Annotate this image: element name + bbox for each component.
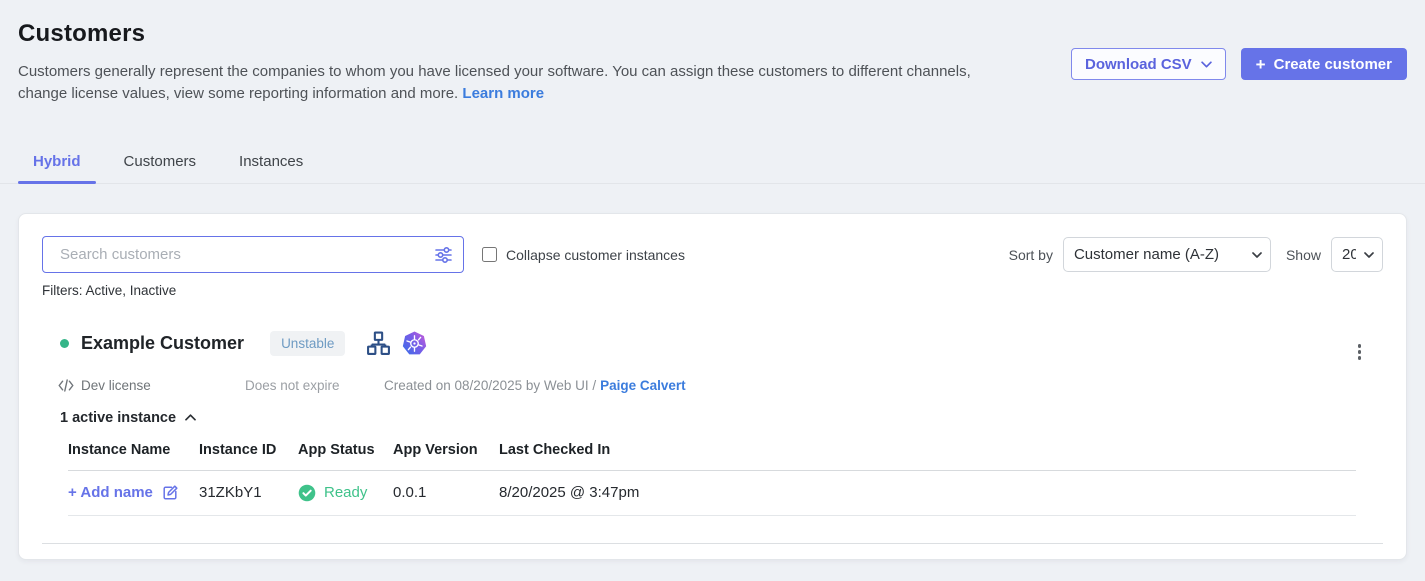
- create-customer-label: Create customer: [1274, 56, 1392, 73]
- instances-summary-toggle[interactable]: 1 active instance: [42, 410, 196, 426]
- code-icon: [58, 379, 74, 392]
- edit-icon: [162, 484, 179, 501]
- plus-icon: +: [1256, 56, 1266, 73]
- customer-kebab-menu-icon[interactable]: [1354, 340, 1366, 364]
- show-count-select[interactable]: 20: [1331, 237, 1383, 272]
- page-description: Customers generally represent the compan…: [18, 61, 980, 105]
- instance-id-cell: 31ZKbY1: [199, 470, 298, 515]
- active-status-dot: [60, 339, 69, 348]
- customers-card: Collapse customer instances Sort by Cust…: [18, 213, 1407, 560]
- created-text: Created on 08/20/2025 by Web UI /: [384, 378, 596, 393]
- download-csv-label: Download CSV: [1085, 56, 1192, 73]
- last-checked-in-cell: 8/20/2025 @ 3:47pm: [499, 470, 1356, 515]
- chevron-down-icon: [1201, 61, 1212, 68]
- create-customer-button[interactable]: + Create customer: [1241, 48, 1407, 80]
- show-label: Show: [1286, 247, 1321, 263]
- license-expiry: Does not expire: [245, 378, 384, 393]
- sitemap-icon[interactable]: [366, 331, 391, 356]
- license-meta-row: Dev license Does not expire Created on 0…: [42, 378, 1383, 393]
- add-instance-name-button[interactable]: + Add name: [68, 484, 193, 501]
- sort-select-wrapper: Customer name (A-Z): [1063, 237, 1271, 272]
- app-status-cell: Ready: [298, 484, 387, 502]
- sort-controls: Sort by Customer name (A-Z) Show 20: [1009, 237, 1383, 272]
- card-toolbar: Collapse customer instances Sort by Cust…: [42, 236, 1383, 273]
- license-created: Created on 08/20/2025 by Web UI / Paige C…: [384, 378, 686, 393]
- column-header-app-status: App Status: [298, 442, 393, 471]
- instance-table: Instance Name Instance ID App Status App…: [68, 442, 1356, 516]
- instance-table-header-row: Instance Name Instance ID App Status App…: [68, 442, 1356, 471]
- created-by-link[interactable]: Paige Calvert: [600, 378, 686, 393]
- kubernetes-icon[interactable]: [402, 331, 427, 356]
- add-name-label: + Add name: [68, 484, 153, 501]
- collapse-instances-checkbox[interactable]: [482, 247, 497, 262]
- active-filters-text: Filters: Active, Inactive: [42, 283, 1383, 298]
- search-input[interactable]: [42, 236, 464, 273]
- tab-instances[interactable]: Instances: [224, 153, 318, 183]
- tab-bar: Hybrid Customers Instances: [0, 153, 1425, 184]
- column-header-app-version: App Version: [393, 442, 499, 471]
- tab-customers[interactable]: Customers: [109, 153, 212, 183]
- tab-hybrid[interactable]: Hybrid: [18, 153, 96, 183]
- instance-table-row: + Add name 31ZKbY1: [68, 470, 1356, 515]
- learn-more-link[interactable]: Learn more: [462, 85, 544, 102]
- page-header: Customers Customers generally represent …: [0, 0, 1425, 105]
- column-header-last-checked-in: Last Checked In: [499, 442, 1356, 471]
- page-title: Customers: [18, 20, 1407, 48]
- column-header-instance-id: Instance ID: [199, 442, 298, 471]
- collapse-instances-toggle[interactable]: Collapse customer instances: [482, 247, 685, 263]
- check-circle-icon: [298, 484, 316, 502]
- search-wrapper: [42, 236, 464, 273]
- download-csv-button[interactable]: Download CSV: [1071, 48, 1226, 80]
- sort-by-label: Sort by: [1009, 247, 1053, 263]
- customer-row-header: Example Customer Unstable: [42, 324, 1383, 364]
- show-select-wrapper: 20: [1331, 237, 1383, 272]
- app-status-label: Ready: [324, 484, 367, 501]
- instances-summary-label: 1 active instance: [60, 410, 176, 426]
- collapse-instances-label: Collapse customer instances: [506, 247, 685, 263]
- license-type: Dev license: [58, 378, 245, 393]
- header-actions: Download CSV + Create customer: [1071, 48, 1407, 80]
- filter-sliders-icon[interactable]: [434, 246, 453, 264]
- column-header-instance-name: Instance Name: [68, 442, 199, 471]
- customer-name[interactable]: Example Customer: [81, 333, 244, 354]
- app-version-cell: 0.0.1: [393, 470, 499, 515]
- license-type-label: Dev license: [81, 378, 151, 393]
- card-bottom-divider: [42, 543, 1383, 544]
- chevron-up-icon: [185, 414, 196, 421]
- sort-select[interactable]: Customer name (A-Z): [1063, 237, 1271, 272]
- channel-badge: Unstable: [270, 331, 345, 356]
